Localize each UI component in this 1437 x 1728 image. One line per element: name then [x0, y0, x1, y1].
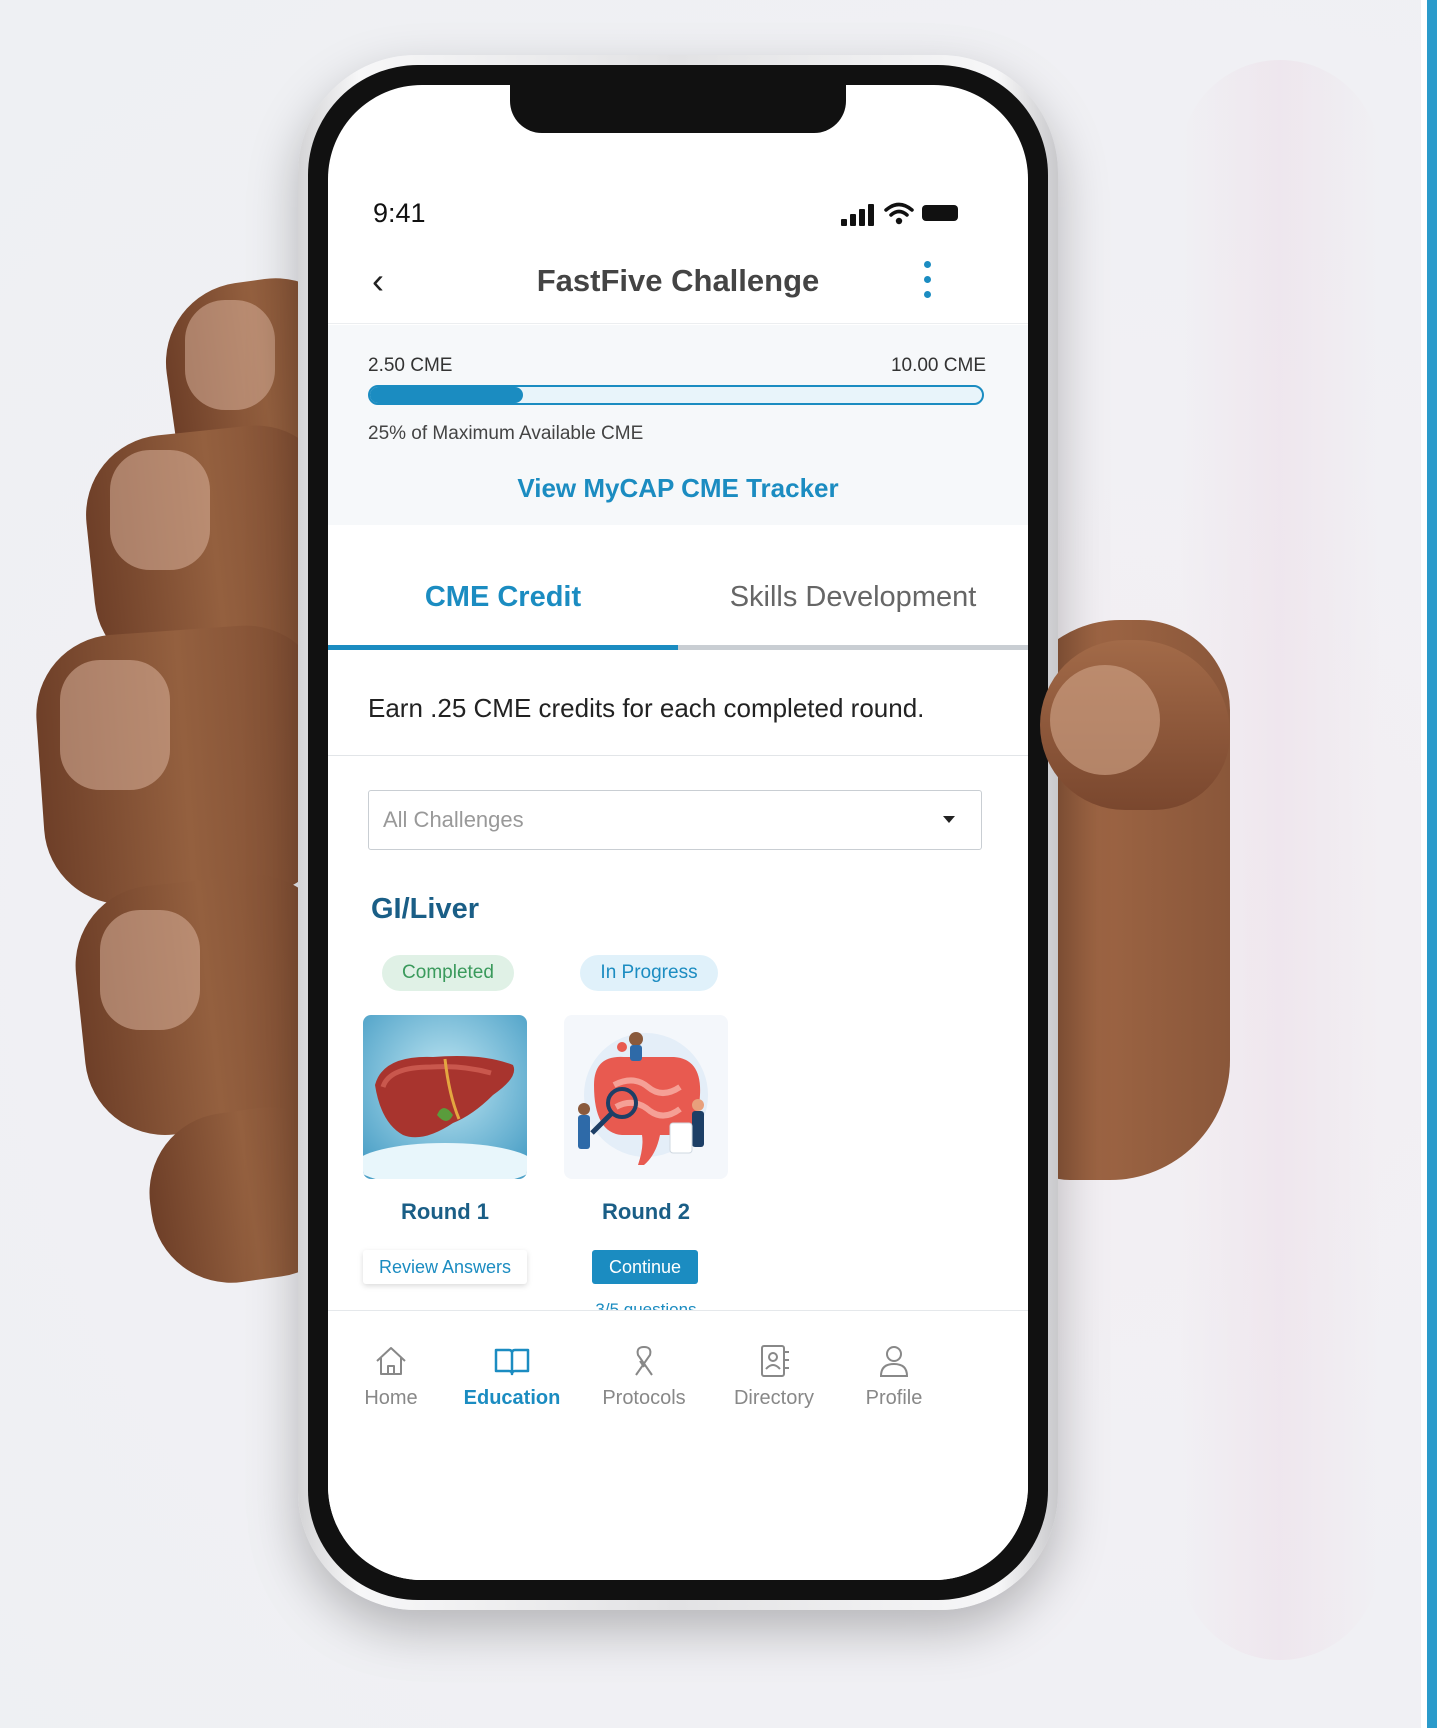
cme-progress-fill: [370, 387, 523, 403]
cme-max-label: 10.00 CME: [890, 355, 986, 376]
round-card: In Progress Round 2 Continue 3/5 questio…: [564, 955, 734, 1316]
battery-icon: [922, 205, 958, 221]
nav-item-education[interactable]: Education: [452, 1341, 572, 1410]
continue-button[interactable]: Continue: [592, 1250, 698, 1284]
cme-tracker-link[interactable]: View MyCAP CME Tracker: [328, 473, 1028, 504]
active-tab-indicator: [328, 645, 678, 650]
liver-illustration[interactable]: [363, 1015, 527, 1179]
nav-header: ‹ FastFive Challenge: [328, 243, 1028, 324]
caret-down-icon: [943, 816, 955, 823]
tab-skills-development[interactable]: Skills Development: [678, 581, 1028, 614]
contact-book-icon: [761, 1345, 789, 1377]
fingernail: [60, 660, 170, 790]
filter-value: All Challenges: [383, 807, 524, 832]
challenge-filter-select[interactable]: All Challenges: [368, 790, 982, 850]
person-icon: [879, 1346, 909, 1377]
phone-screen: 9:41 ‹ FastFive Challenge 2.50 CME 10.00…: [328, 85, 1028, 1580]
gi-tract-illustration[interactable]: [564, 1015, 728, 1179]
cme-progress-panel: 2.50 CME 10.00 CME 25% of Maximum Availa…: [328, 325, 1028, 525]
nav-label: Home: [364, 1387, 418, 1409]
ribbon-icon: [635, 1346, 653, 1376]
cme-current-label: 2.50 CME: [368, 355, 453, 376]
wifi-icon: [884, 202, 914, 225]
status-time: 9:41: [373, 198, 426, 228]
nav-label: Protocols: [602, 1387, 686, 1409]
page-title: FastFive Challenge: [536, 263, 820, 298]
nav-item-profile[interactable]: Profile: [834, 1341, 954, 1410]
divider: [328, 755, 1028, 756]
round-label: Round 1: [401, 1199, 489, 1224]
phone-notch: [510, 85, 846, 133]
nav-item-home[interactable]: Home: [331, 1341, 451, 1410]
bottom-nav: Home Education Protocols Directory Profi…: [328, 1310, 1028, 1580]
fingernail: [100, 910, 200, 1030]
tab-bar: CME Credit Skills Development: [328, 565, 1028, 650]
cme-progress-bar: [368, 385, 984, 405]
more-options-icon[interactable]: [918, 257, 938, 303]
phone-device: 9:41 ‹ FastFive Challenge 2.50 CME 10.00…: [298, 55, 1058, 1610]
round-label: Round 2: [602, 1199, 690, 1224]
review-answers-button[interactable]: Review Answers: [363, 1250, 527, 1284]
thumbnail: [1050, 665, 1160, 775]
nav-label: Education: [463, 1387, 561, 1409]
signal-icon: [841, 204, 877, 226]
nav-item-protocols[interactable]: Protocols: [584, 1341, 704, 1410]
book-icon: [494, 1348, 530, 1376]
home-icon: [376, 1347, 406, 1375]
nav-item-directory[interactable]: Directory: [714, 1341, 834, 1410]
round-card: Completed Round 1 Review Answers: [363, 955, 533, 1284]
fingernail: [185, 300, 275, 410]
section-title: GI/Liver: [371, 893, 479, 925]
status-bar: 9:41: [328, 190, 1028, 238]
fingernail: [110, 450, 210, 570]
edge-line: [1421, 0, 1437, 1728]
status-badge: Completed: [382, 955, 514, 991]
nav-label: Profile: [865, 1387, 923, 1409]
earn-info-text: Earn .25 CME credits for each completed …: [368, 693, 925, 723]
cme-percent-text: 25% of Maximum Available CME: [368, 423, 644, 444]
phone-bezel: 9:41 ‹ FastFive Challenge 2.50 CME 10.00…: [308, 65, 1048, 1600]
back-chevron-icon[interactable]: ‹: [358, 261, 398, 301]
status-badge: In Progress: [580, 955, 718, 991]
tab-cme-credit[interactable]: CME Credit: [328, 581, 678, 614]
nav-label: Directory: [733, 1387, 814, 1409]
